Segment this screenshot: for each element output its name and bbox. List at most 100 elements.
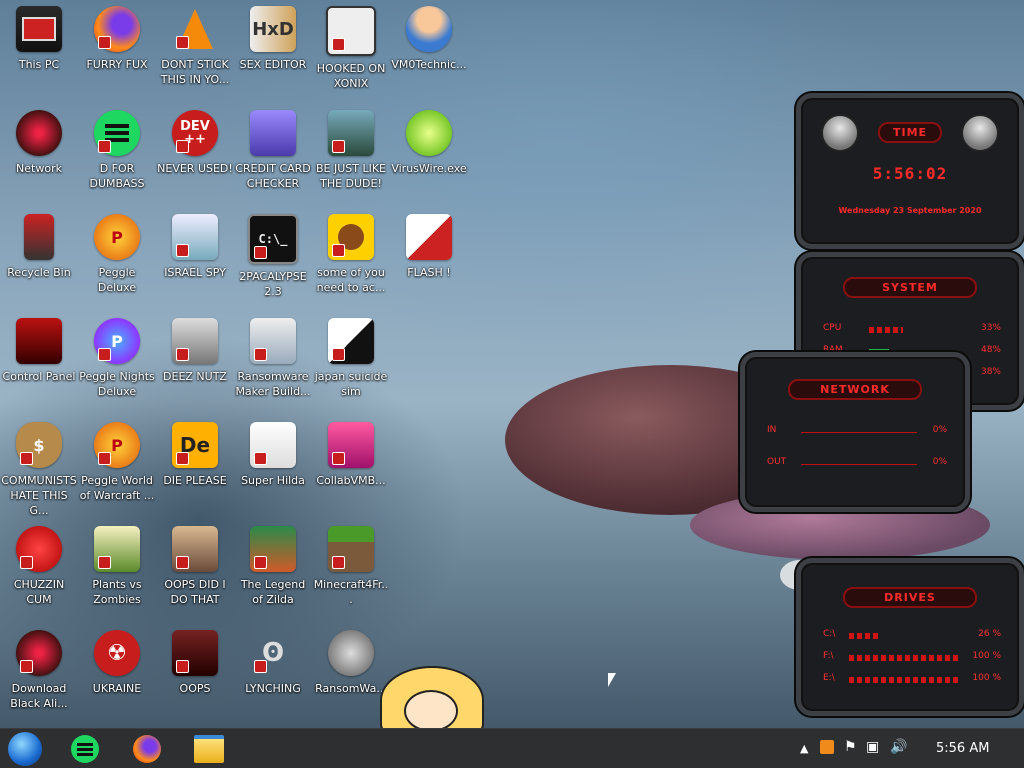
money-bag-icon: $ — [16, 422, 62, 468]
peggle-icon: P — [94, 422, 140, 468]
drive-c-usage-bar — [849, 633, 879, 639]
firefox-icon — [133, 735, 161, 763]
collabvm-icon — [328, 422, 374, 468]
desktop-icon-this-pc[interactable]: This PC — [0, 0, 78, 104]
network-in-row: IN 0% — [767, 425, 947, 435]
firefox-icon — [94, 6, 140, 52]
desktop-icon-dont-stick[interactable]: DONT STICK THIS IN YO... — [156, 0, 234, 104]
desktop-icon-hooked-on-xonix[interactable]: HOOKED ON XONIX — [312, 0, 390, 104]
desktop-icon-some-of-you[interactable]: some of you need to ac... — [312, 208, 390, 312]
desktop-icon-2pacalypse[interactable]: C:\_ 2PACALYPSE 2.3 — [234, 208, 312, 312]
network-spy-icon — [172, 214, 218, 260]
oops-app-icon — [172, 630, 218, 676]
desktop-icon-collabvm[interactable]: CollabVMB... — [312, 416, 390, 520]
desktop-icon-communists[interactable]: $ COMMUNISTS HATE THIS G... — [0, 416, 78, 520]
de-icon: De — [172, 422, 218, 468]
cartoon-character-sticker — [370, 662, 485, 734]
desktop-icon-chuzzin[interactable]: CHUZZIN CUM — [0, 520, 78, 624]
system-widget-title: SYSTEM — [843, 277, 977, 298]
folder-icon — [194, 735, 224, 763]
drives-widget-title: DRIVES — [843, 587, 977, 608]
desktop-icon-israel-spy[interactable]: ISRAEL SPY — [156, 208, 234, 312]
desktop-icon-sex-editor[interactable]: HxD SEX EDITOR — [234, 0, 312, 104]
windows-stack-icon — [172, 318, 218, 364]
xonix-icon — [326, 6, 376, 56]
desktop-icon-oops[interactable]: OOPS — [156, 624, 234, 728]
flash-icon — [406, 214, 452, 260]
desktop-icon-plants-vs-zombies[interactable]: Plants vs Zombies — [78, 520, 156, 624]
desktop-icon-be-just-like-the-dude[interactable]: BE JUST LIKE THE DUDE! — [312, 104, 390, 208]
desktop-icon-oops-did-i[interactable]: OOPS DID I DO THAT — [156, 520, 234, 624]
network-tray-icon[interactable]: ▣ — [866, 739, 879, 755]
radiation-icon: ☢ — [94, 630, 140, 676]
network-widget-title: NETWORK — [788, 379, 922, 400]
window-app-icon — [250, 318, 296, 364]
network-icon — [16, 110, 62, 156]
hxd-icon: HxD — [250, 6, 296, 52]
desktop-icon-vm0technic[interactable]: VM0Technic... — [390, 0, 468, 104]
desktop-icon-furry-fux[interactable]: FURRY FUX — [78, 0, 156, 104]
taskbar-app-button[interactable] — [68, 732, 102, 766]
desktop-icon-ransomware-maker[interactable]: Ransomware Maker Build... — [234, 312, 312, 416]
desktop-icon-flash[interactable]: FLASH ! — [390, 208, 468, 312]
volume-icon[interactable]: 🔊 — [890, 739, 907, 755]
desktop-icon-credit-card-checker[interactable]: CREDIT CARD CHECKER — [234, 104, 312, 208]
desktop-icon-d-for-dumbass[interactable]: D FOR DUMBASS — [78, 104, 156, 208]
desktop-icon-japan-suicide-sim[interactable]: japan suicide sim — [312, 312, 390, 416]
pixel-character-icon — [250, 422, 296, 468]
alien-head-icon — [821, 114, 859, 152]
desktop-icon-never-used[interactable]: DEV ++ NEVER USED! — [156, 104, 234, 208]
portrait-icon — [172, 526, 218, 572]
time-widget-date: Wednesday 23 September 2020 — [838, 206, 982, 215]
network-out-row: OUT 0% — [767, 457, 947, 467]
app-icon — [94, 110, 140, 156]
computer-icon — [16, 6, 62, 52]
taskbar-clock[interactable]: 5:56 AM — [936, 741, 989, 756]
desktop-icon-ukraine[interactable]: ☢ UKRAINE — [78, 624, 156, 728]
desktop-icon-legend-of-zilda[interactable]: The Legend of Zilda — [234, 520, 312, 624]
desktop-icon-viruswire[interactable]: VirusWire.exe — [390, 104, 468, 208]
desktop-icon-network[interactable]: Network — [0, 104, 78, 208]
lime-icon — [406, 110, 452, 156]
cpu-usage-bar — [869, 327, 903, 333]
system-tray: ▲ ⚑ ▣ 🔊 5:56 AM — [794, 729, 1024, 768]
desktop-icon-recycle-bin[interactable]: Recycle Bin — [0, 208, 78, 312]
network-widget: NETWORK IN 0% OUT 0% — [740, 352, 970, 512]
drive-f-usage-bar — [849, 655, 959, 661]
taskbar-firefox-button[interactable] — [130, 732, 164, 766]
desktop-icon-die-please[interactable]: De DIE PLEASE — [156, 416, 234, 520]
desktop-icon-peggle-nights[interactable]: P Peggle Nights Deluxe — [78, 312, 156, 416]
pixel-hero-icon — [250, 526, 296, 572]
desktop-icon-control-panel[interactable]: Control Panel — [0, 312, 78, 416]
flower-icon — [94, 526, 140, 572]
drive-f-row: F:\ 100 % — [823, 651, 1001, 661]
desktop-icon-minecraft[interactable]: Minecraft4Fr... — [312, 520, 390, 624]
flag-icon[interactable]: ⚑ — [844, 739, 857, 755]
network-in-graph — [801, 432, 917, 433]
start-button[interactable] — [8, 732, 42, 766]
alien-icon — [16, 630, 62, 676]
desktop-icon-peggle-wow[interactable]: P Peggle World of Warcraft ... — [78, 416, 156, 520]
cmd-icon: C:\_ — [248, 214, 298, 264]
mouse-cursor — [608, 673, 616, 687]
desktop-icon-peggle-deluxe[interactable]: P Peggle Deluxe — [78, 208, 156, 312]
drive-e-usage-bar — [849, 677, 959, 683]
skull-icon — [328, 630, 374, 676]
desktop-icon-download-black-alien[interactable]: Download Black Ali... — [0, 624, 78, 728]
dev-cpp-icon: DEV ++ — [172, 110, 218, 156]
time-widget: TIME 5:56:02 Wednesday 23 September 2020 — [796, 93, 1024, 249]
minecraft-block-icon — [328, 526, 374, 572]
credit-card-icon — [250, 110, 296, 156]
desktop-icon-deez-nutz[interactable]: DEEZ NUTZ — [156, 312, 234, 416]
drive-e-row: E:\ 100 % — [823, 673, 1001, 683]
app-green-icon — [71, 735, 99, 763]
recycle-bin-icon — [24, 214, 54, 260]
peggle-icon: P — [94, 214, 140, 260]
desktop-icon-lynching[interactable]: ʘ LYNCHING — [234, 624, 312, 728]
tray-app-icon[interactable] — [820, 740, 834, 754]
show-hidden-icons-chevron-up-icon[interactable]: ▲ — [800, 742, 808, 755]
taskbar-file-explorer-button[interactable] — [192, 732, 226, 766]
noose-icon: ʘ — [250, 630, 296, 676]
desktop-icon-super-hilda[interactable]: Super Hilda — [234, 416, 312, 520]
alien-head-icon — [961, 114, 999, 152]
